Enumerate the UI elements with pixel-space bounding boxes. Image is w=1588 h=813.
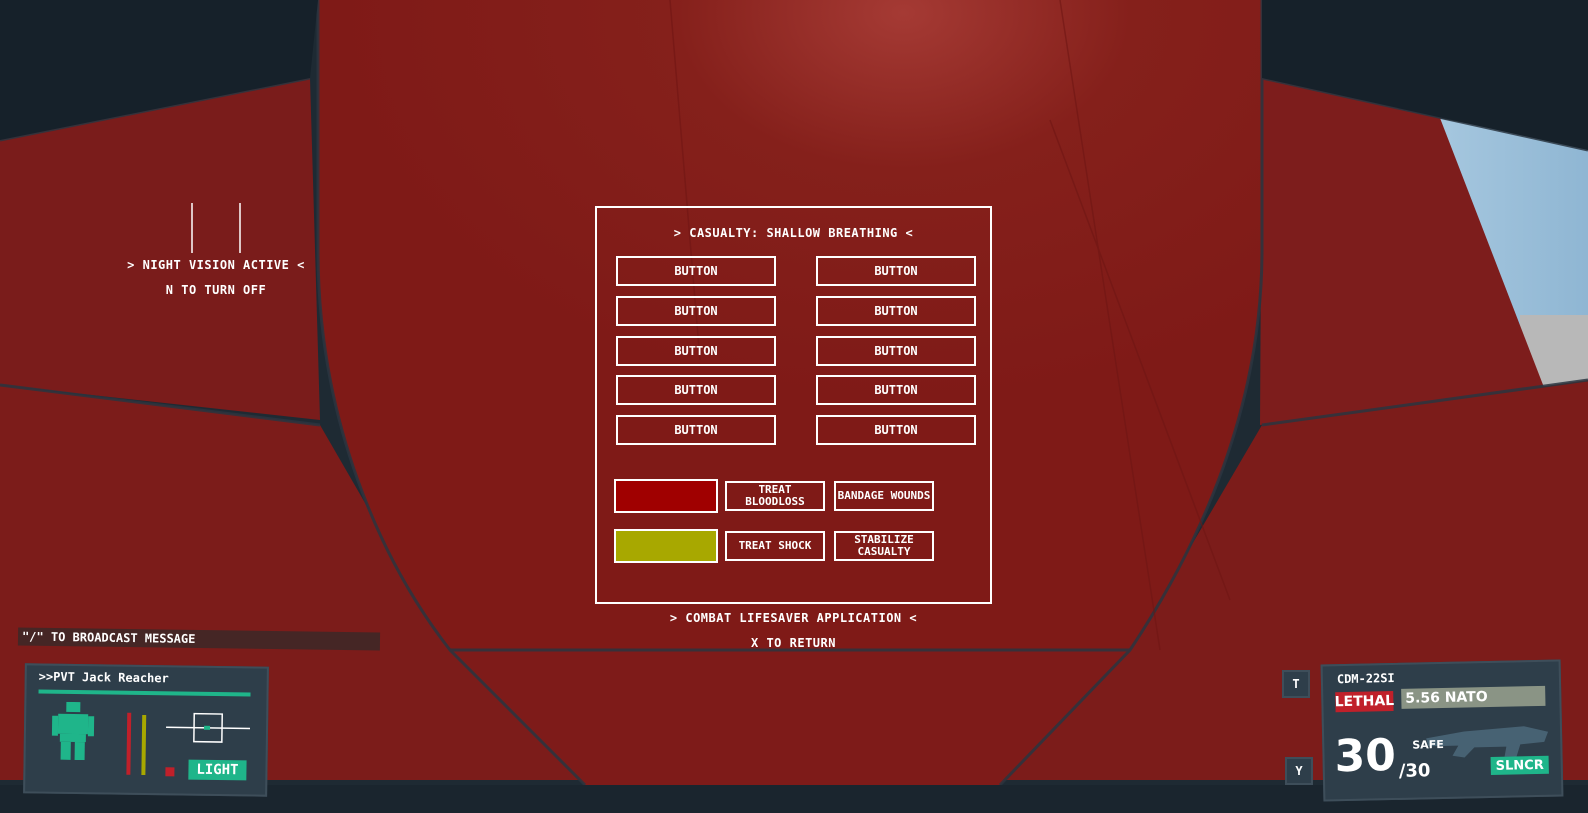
panel-button-6[interactable]: BUTTON <box>816 336 976 366</box>
stance-badge: LIGHT <box>188 759 247 781</box>
key-y: Y <box>1285 757 1313 785</box>
panel-button-7[interactable]: BUTTON <box>616 375 776 405</box>
panel-button-8[interactable]: BUTTON <box>816 375 976 405</box>
panel-button-2[interactable]: BUTTON <box>816 256 976 286</box>
bandage-wounds-button[interactable]: BANDAGE WOUNDS <box>834 481 934 511</box>
panel-button-10[interactable]: BUTTON <box>816 415 976 445</box>
app-title: > COMBAT LIFESAVER APPLICATION < <box>669 611 918 625</box>
player-status-card: >>PVT Jack Reacher LIGHT <box>23 663 269 797</box>
key-t: T <box>1282 670 1310 698</box>
weapon-status-card: CDM-22SI LETHAL 5.56 NATO 30 /30 SAFE SL… <box>1320 659 1564 802</box>
stance-icon <box>166 712 251 743</box>
night-vision-status: > NIGHT VISION ACTIVE < <box>127 258 305 272</box>
weapon-name: CDM-22SI <box>1336 670 1395 687</box>
treat-shock-button[interactable]: TREAT SHOCK <box>725 531 825 561</box>
night-vision-hint: N TO TURN OFF <box>165 283 267 297</box>
ammo-count: 30 <box>1333 729 1397 783</box>
panel-button-5[interactable]: BUTTON <box>616 336 776 366</box>
treat-bloodloss-button[interactable]: TREAT BLOODLOSS <box>725 481 825 511</box>
panel-button-9[interactable]: BUTTON <box>616 415 776 445</box>
shock-status-indicator <box>614 529 718 563</box>
stabilize-casualty-button[interactable]: STABILIZE CASUALTY <box>834 531 934 561</box>
stamina-level-bar <box>141 714 147 775</box>
attachment-badge: SLNCR <box>1490 755 1549 775</box>
caliber-label: 5.56 NATO <box>1401 685 1546 709</box>
body-health-icon <box>51 701 95 761</box>
ammo-max: /30 <box>1398 760 1431 782</box>
fire-mode-label: SAFE <box>1412 737 1444 752</box>
bloodloss-status-indicator <box>614 479 718 513</box>
panel-button-1[interactable]: BUTTON <box>616 256 776 286</box>
player-health-bar <box>38 689 251 697</box>
casualty-panel: > CASUALTY: SHALLOW BREATHING < BUTTON B… <box>595 206 992 604</box>
player-name: >>PVT Jack Reacher <box>38 669 169 686</box>
panel-button-4[interactable]: BUTTON <box>816 296 976 326</box>
return-hint: X TO RETURN <box>751 636 836 650</box>
blood-level-bar <box>126 712 132 775</box>
ammo-mode-badge: LETHAL <box>1334 691 1395 713</box>
panel-button-3[interactable]: BUTTON <box>616 296 776 326</box>
status-square <box>165 767 175 777</box>
casualty-title: > CASUALTY: SHALLOW BREATHING < <box>673 226 914 240</box>
